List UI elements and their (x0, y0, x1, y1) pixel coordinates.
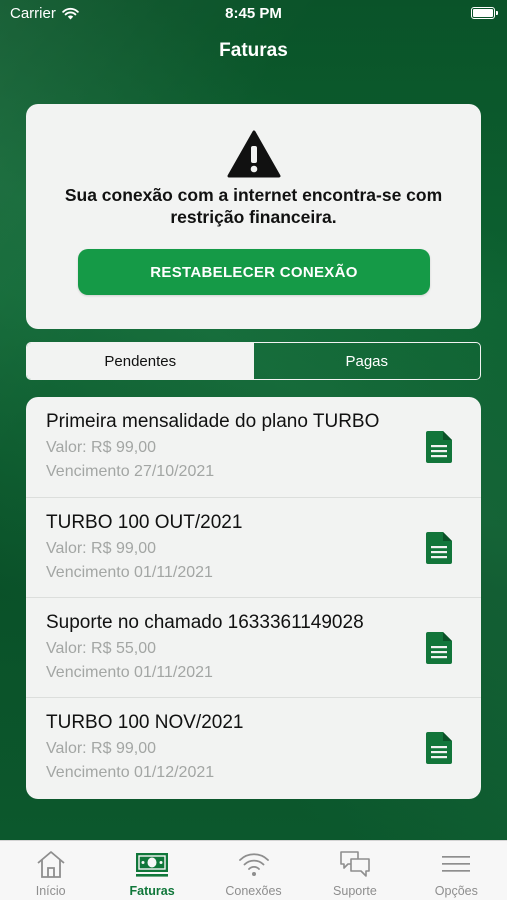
invoice-row[interactable]: TURBO 100 OUT/2021 Valor: R$ 99,00 Venci… (26, 497, 481, 597)
invoice-value: Valor: R$ 99,00 (46, 740, 156, 757)
page-title: Faturas (219, 40, 288, 61)
tab-pending[interactable]: Pendentes (27, 343, 254, 379)
wifi-icon (238, 853, 269, 876)
home-icon (37, 851, 65, 878)
bottom-tab-bar: Início Faturas Conexões Suporte Opções (0, 840, 507, 900)
invoice-title: Primeira mensalidade do plano TURBO (46, 411, 380, 432)
tab-faturas[interactable]: Faturas (101, 841, 202, 900)
document-icon[interactable] (424, 532, 454, 564)
money-icon (136, 853, 169, 877)
chat-icon (340, 851, 370, 877)
invoice-row[interactable]: Primeira mensalidade do plano TURBO Valo… (26, 397, 481, 497)
menu-icon (442, 856, 471, 872)
document-icon[interactable] (424, 431, 454, 463)
document-icon[interactable] (424, 632, 454, 664)
tab-conexoes[interactable]: Conexões (203, 841, 304, 900)
tab-label: Opções (434, 884, 478, 898)
tab-label: Faturas (129, 884, 175, 898)
tab-label: Suporte (333, 884, 377, 898)
restore-connection-button[interactable]: RESTABELECER CONEXÃO (78, 249, 430, 295)
invoice-status-segmented-control: Pendentes Pagas (26, 342, 481, 380)
invoice-row[interactable]: Suporte no chamado 1633361149028 Valor: … (26, 597, 481, 697)
invoice-due-date: Vencimento 01/11/2021 (46, 664, 213, 681)
tab-paid[interactable]: Pagas (254, 343, 481, 379)
invoice-row[interactable]: TURBO 100 NOV/2021 Valor: R$ 99,00 Venci… (26, 697, 481, 797)
invoice-list: Primeira mensalidade do plano TURBO Valo… (26, 397, 481, 799)
invoice-title: TURBO 100 OUT/2021 (46, 512, 243, 533)
status-bar: Carrier 8:45 PM (0, 0, 507, 28)
tab-opcoes[interactable]: Opções (406, 841, 507, 900)
restriction-alert-card: Sua conexão com a internet encontra-se c… (26, 104, 481, 329)
invoice-title: TURBO 100 NOV/2021 (46, 712, 244, 733)
invoice-due-date: Vencimento 01/12/2021 (46, 764, 215, 781)
battery-icon (471, 7, 498, 19)
tab-inicio[interactable]: Início (0, 841, 101, 900)
tab-label: Início (35, 884, 66, 898)
document-icon[interactable] (424, 732, 454, 764)
clock: 8:45 PM (225, 5, 282, 22)
restriction-message: Sua conexão com a internet encontra-se c… (64, 185, 443, 227)
warning-icon (227, 130, 281, 178)
invoice-value: Valor: R$ 99,00 (46, 540, 156, 557)
invoice-due-date: Vencimento 01/11/2021 (46, 564, 213, 581)
tab-label: Conexões (225, 884, 282, 898)
invoice-value: Valor: R$ 55,00 (46, 640, 156, 657)
invoice-title: Suporte no chamado 1633361149028 (46, 612, 364, 633)
tab-suporte[interactable]: Suporte (304, 841, 405, 900)
invoice-due-date: Vencimento 27/10/2021 (46, 463, 215, 480)
invoice-value: Valor: R$ 99,00 (46, 439, 156, 456)
